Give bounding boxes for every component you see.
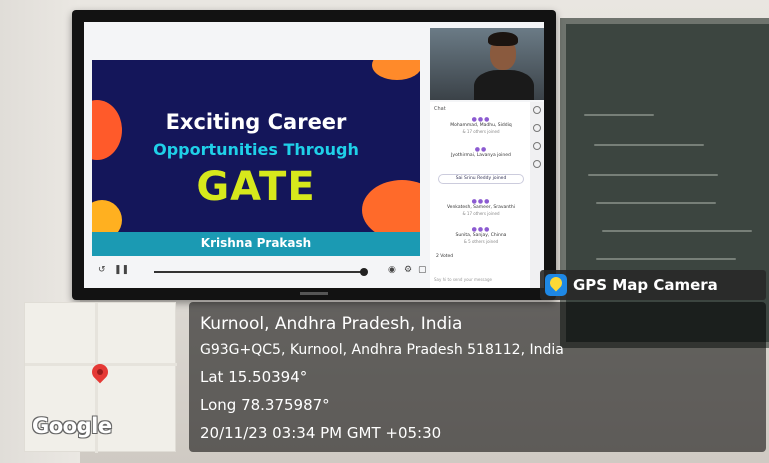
- view-icon[interactable]: ◉: [388, 265, 396, 275]
- tv-brand-mark: [300, 292, 328, 295]
- search-icon[interactable]: [533, 106, 541, 114]
- decor-shape: [372, 60, 420, 80]
- chat-panel: Chat ●●● Mohammad, Madhu, Siddiq & 17 ot…: [430, 102, 530, 288]
- progress-knob[interactable]: [360, 268, 368, 276]
- chat-entry: ●●● Venkatesh, Sameer, Sravanthi & 17 ot…: [438, 198, 524, 216]
- rewind-icon[interactable]: ↺: [98, 265, 106, 275]
- more-icon[interactable]: [533, 160, 541, 168]
- slide-title-line1: Exciting Career: [165, 110, 347, 134]
- map-pin-center: [97, 369, 103, 375]
- chalk-writing: [594, 144, 704, 146]
- television: Exciting Career Opportunities Through GA…: [72, 10, 556, 300]
- chalk-writing: [588, 174, 718, 176]
- settings-icon[interactable]: ⚙: [404, 265, 412, 275]
- chalk-writing: [596, 258, 736, 260]
- chat-entry: ●●● Mohammad, Madhu, Siddiq & 17 others …: [438, 116, 524, 134]
- gps-badge-label: GPS Map Camera: [573, 276, 718, 294]
- slide-title-line2: Opportunities Through: [153, 140, 359, 159]
- avatar-icon: ●●●: [471, 226, 491, 233]
- slide-title-gate: GATE: [196, 164, 316, 210]
- presenter-name: Krishna Prakash: [200, 236, 312, 250]
- avatar-icon: ●●●: [471, 116, 491, 123]
- pause-icon[interactable]: ❚❚: [114, 265, 129, 275]
- person-body: [474, 70, 534, 100]
- person-hair: [488, 32, 518, 46]
- chat-sidebar: [530, 102, 544, 288]
- tv-screen: Exciting Career Opportunities Through GA…: [84, 22, 544, 288]
- player-controls: ↺ ❚❚ ◉ ⚙ ▢: [92, 262, 430, 282]
- chat-entry: ●●● Sunita, Sanjay, Chinna & 5 others jo…: [438, 226, 524, 244]
- chalk-writing: [596, 202, 716, 204]
- poll-status: 2 Voted: [436, 254, 454, 259]
- gps-map-camera-icon: [545, 274, 567, 296]
- location-address: G93G+QC5, Kurnool, Andhra Pradesh 518112…: [200, 342, 564, 358]
- chalk-writing: [584, 114, 654, 116]
- location-latitude: Lat 15.50394°: [200, 368, 308, 386]
- avatar-icon: ●●: [474, 146, 488, 153]
- chat-entry: ●● Jyothirmai, Lavanya joined: [438, 146, 524, 159]
- chat-entry-pill: Sai Srinu Reddy joined: [438, 174, 524, 184]
- presentation-slide: Exciting Career Opportunities Through GA…: [92, 60, 420, 256]
- chalk-writing: [602, 230, 752, 232]
- chat-icon[interactable]: [533, 124, 541, 132]
- photo-scene: Exciting Career Opportunities Through GA…: [0, 0, 769, 463]
- location-datetime: 20/11/23 03:34 PM GMT +05:30: [200, 424, 442, 442]
- avatar-icon: ●●●: [471, 198, 491, 205]
- fullscreen-icon[interactable]: ▢: [418, 265, 427, 275]
- progress-track[interactable]: [154, 271, 364, 273]
- map-provider-label: Google: [32, 414, 112, 438]
- people-icon[interactable]: [533, 142, 541, 150]
- chat-input[interactable]: Say hi to send your message: [434, 277, 492, 282]
- location-longitude: Long 78.375987°: [200, 396, 330, 414]
- webcam-feed: [430, 28, 544, 100]
- chat-header: Chat: [434, 106, 446, 112]
- location-city: Kurnool, Andhra Pradesh, India: [200, 314, 463, 334]
